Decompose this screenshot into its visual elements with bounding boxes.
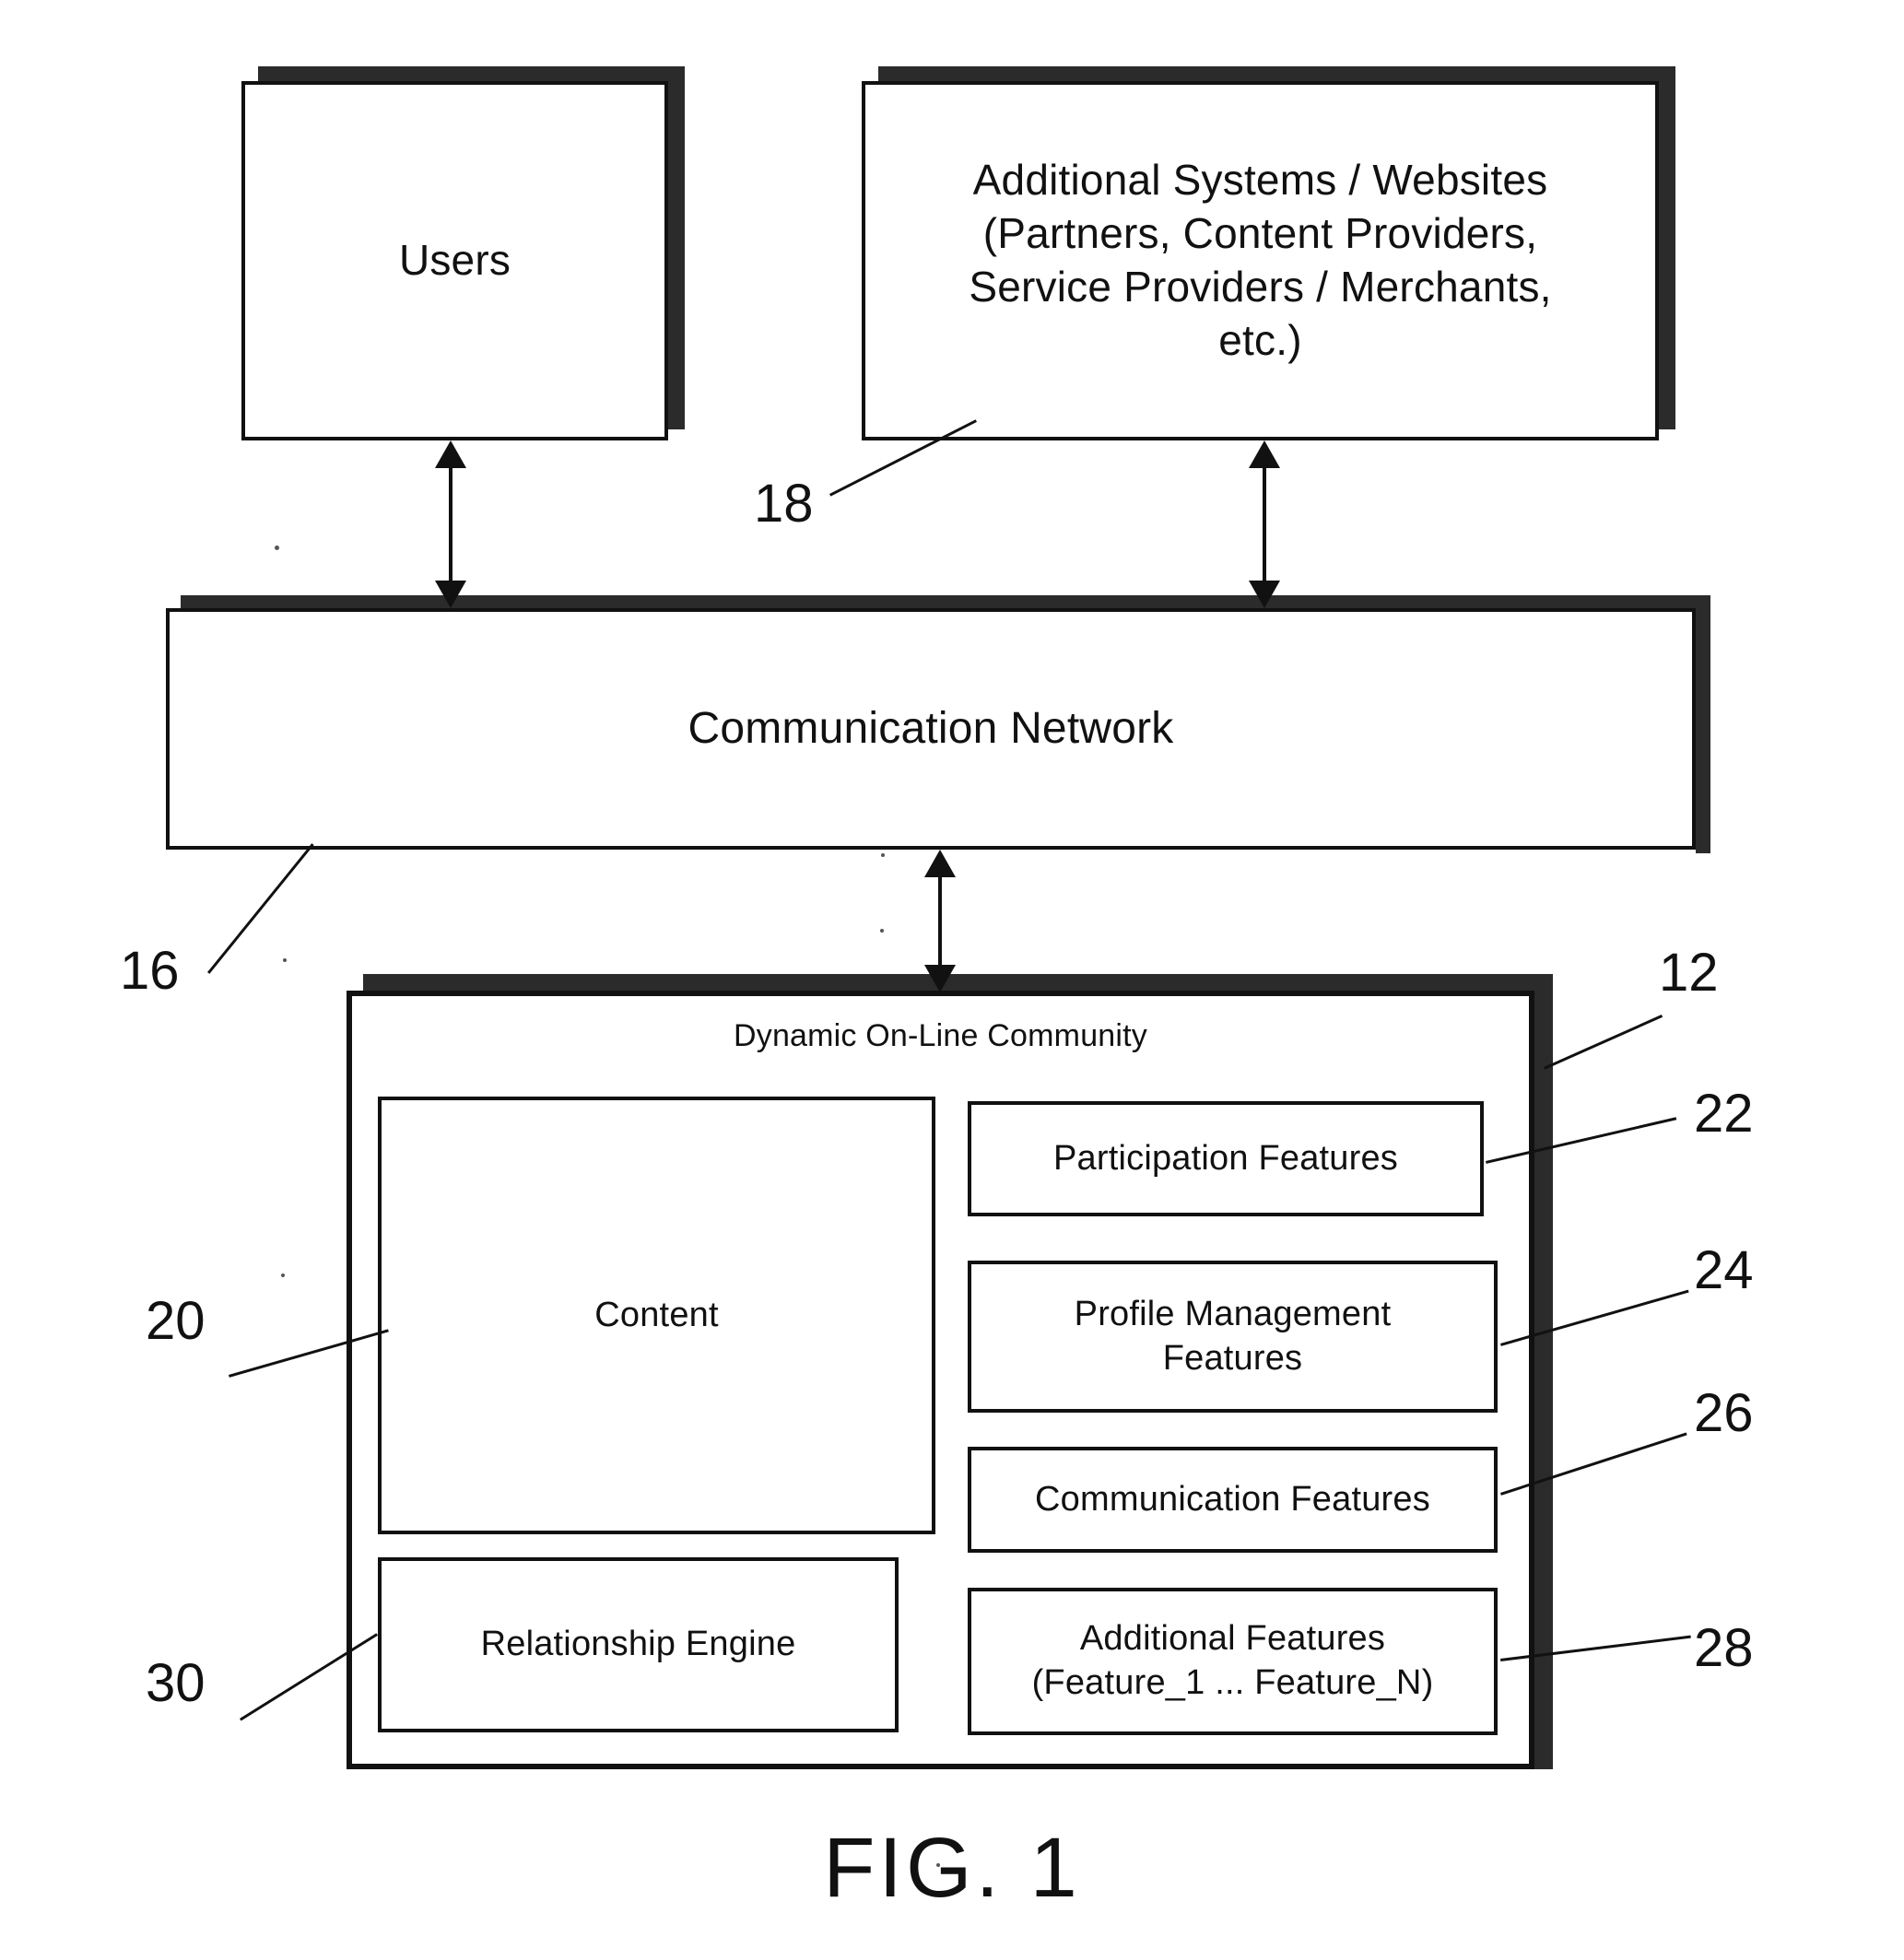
reference-numeral-24: 24: [1694, 1240, 1754, 1300]
profile-management-features-box: Profile Management Features: [968, 1261, 1498, 1413]
users-box: Users: [241, 81, 668, 440]
reference-numeral-28: 28: [1694, 1618, 1754, 1678]
scan-speck: [275, 546, 279, 550]
reference-numeral-26: 26: [1694, 1383, 1754, 1443]
additional-systems-line-2: (Partners, Content Providers,: [982, 209, 1538, 258]
arrow-stem: [449, 463, 452, 586]
additional-systems-box-shadow-right: [1659, 66, 1675, 429]
additional-systems-line-1: Additional Systems / Websites: [972, 156, 1548, 205]
relationship-engine-box: Relationship Engine: [378, 1557, 899, 1732]
communication-network-label: Communication Network: [688, 703, 1174, 753]
users-box-label: Users: [398, 236, 511, 285]
users-box-shadow-right: [668, 66, 685, 429]
additional-systems-box-shadow: [878, 66, 1675, 81]
additional-features-line-2: (Feature_1 ... Feature_N): [1031, 1663, 1434, 1702]
arrow-stem: [1263, 463, 1266, 586]
scan-speck: [281, 1273, 285, 1277]
community-box-label: Dynamic On-Line Community: [733, 1018, 1148, 1053]
scan-speck: [881, 853, 885, 857]
additional-features-line-1: Additional Features: [1079, 1619, 1386, 1659]
patent-figure: Users Additional Systems / Websites (Par…: [0, 0, 1904, 1960]
profile-management-features-line-1: Profile Management: [1074, 1294, 1392, 1333]
additional-features-box: Additional Features (Feature_1 ... Featu…: [968, 1588, 1498, 1735]
users-box-shadow: [258, 66, 685, 81]
relationship-engine-box-label: Relationship Engine: [480, 1625, 796, 1664]
content-box: Content: [378, 1097, 935, 1534]
additional-systems-box: Additional Systems / Websites (Partners,…: [862, 81, 1659, 440]
leader-line-12: [1544, 1015, 1663, 1070]
reference-numeral-20: 20: [146, 1291, 206, 1351]
reference-numeral-12: 12: [1659, 943, 1719, 1003]
scan-speck: [880, 929, 884, 933]
communication-features-label: Communication Features: [1035, 1479, 1430, 1519]
arrow-stem: [938, 872, 942, 970]
users-to-network-arrow: [432, 440, 469, 608]
community-box-shadow-right: [1534, 974, 1553, 1769]
communication-network-box: Communication Network: [166, 608, 1696, 850]
participation-features-label: Participation Features: [1052, 1138, 1399, 1178]
network-to-community-arrow: [922, 850, 958, 992]
communication-network-box-shadow-right: [1696, 595, 1710, 853]
arrow-head-down-icon: [924, 965, 956, 992]
leader-line-16: [207, 843, 314, 974]
reference-numeral-22: 22: [1694, 1084, 1754, 1144]
reference-numeral-30: 30: [146, 1653, 206, 1713]
participation-features-box: Participation Features: [968, 1101, 1484, 1216]
reference-numeral-16: 16: [120, 941, 180, 1001]
community-box-title-row: Dynamic On-Line Community: [352, 996, 1529, 1056]
figure-caption: FIG. 1: [823, 1821, 1081, 1915]
arrow-head-down-icon: [1249, 581, 1280, 608]
reference-numeral-18: 18: [754, 474, 814, 534]
additional-systems-line-4: etc.): [1218, 315, 1302, 364]
communication-features-box: Communication Features: [968, 1447, 1498, 1553]
content-box-label: Content: [594, 1295, 719, 1334]
additional-systems-line-3: Service Providers / Merchants,: [969, 263, 1552, 311]
arrow-head-down-icon: [435, 581, 466, 608]
scan-speck: [283, 958, 287, 962]
profile-management-features-line-2: Features: [1162, 1338, 1303, 1378]
systems-to-network-arrow: [1246, 440, 1283, 608]
